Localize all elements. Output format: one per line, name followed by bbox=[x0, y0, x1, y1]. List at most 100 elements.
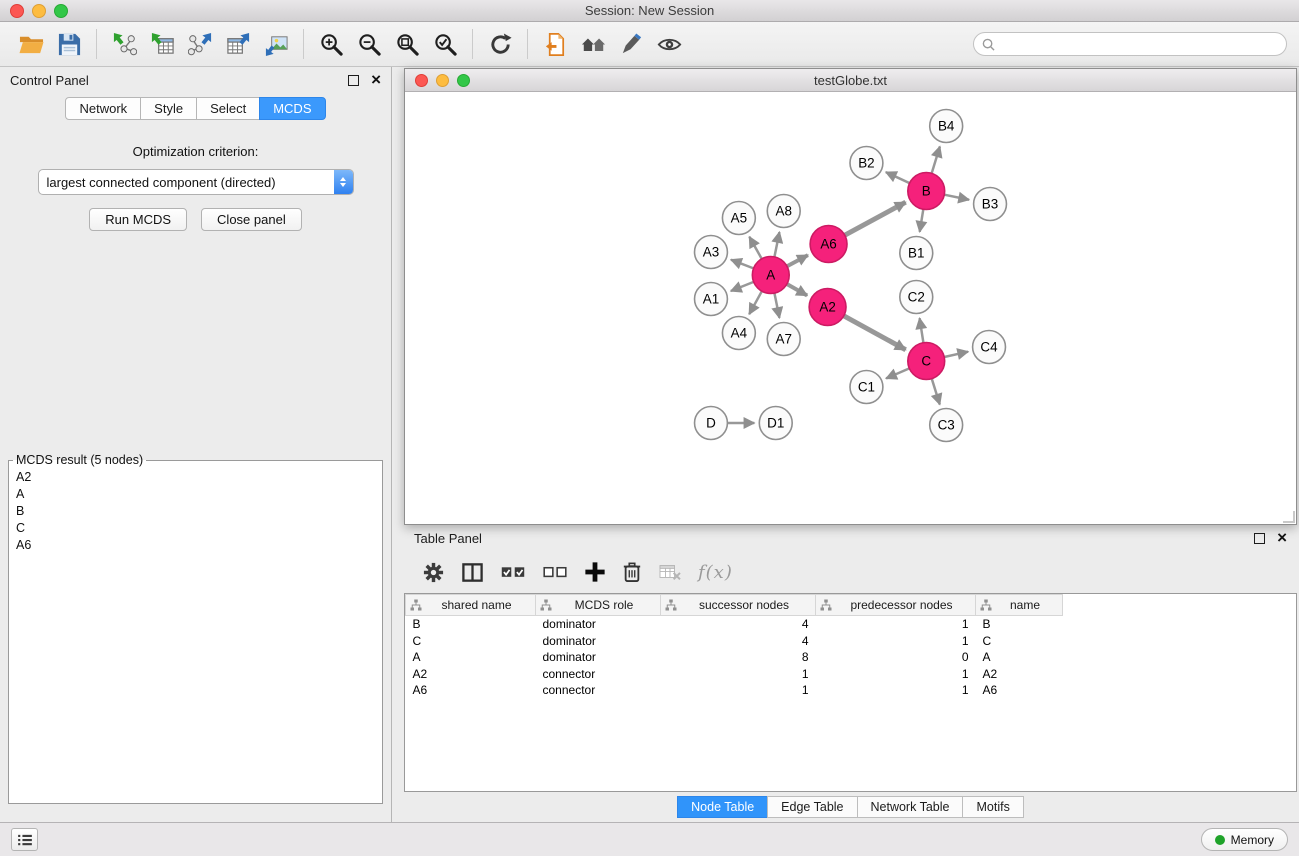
memory-button[interactable]: Memory bbox=[1201, 828, 1288, 851]
cell-predecessor[interactable]: 1 bbox=[816, 682, 976, 699]
refresh-layout-button[interactable] bbox=[481, 26, 519, 62]
cell-successor[interactable]: 4 bbox=[661, 616, 816, 633]
home-browser-button[interactable] bbox=[574, 26, 612, 62]
network-edge-C-C1[interactable] bbox=[886, 368, 909, 378]
zoom-fit-button[interactable] bbox=[388, 26, 426, 62]
table-row-A[interactable]: Adominator80A bbox=[406, 649, 1063, 666]
network-edge-B-B4[interactable] bbox=[932, 147, 940, 174]
cell-successor[interactable]: 8 bbox=[661, 649, 816, 666]
network-edge-C-C2[interactable] bbox=[920, 318, 924, 342]
open-document-button[interactable] bbox=[536, 26, 574, 62]
zoom-in-button[interactable] bbox=[312, 26, 350, 62]
network-node-A5[interactable]: A5 bbox=[722, 202, 755, 235]
network-edge-C-C4[interactable] bbox=[944, 352, 968, 357]
network-close-button[interactable] bbox=[415, 74, 428, 87]
network-node-D1[interactable]: D1 bbox=[759, 407, 792, 440]
show-hide-panels-button[interactable] bbox=[11, 828, 38, 851]
network-node-A4[interactable]: A4 bbox=[722, 317, 755, 350]
table-row-C[interactable]: Cdominator41C bbox=[406, 633, 1063, 650]
close-panel-icon[interactable]: × bbox=[371, 73, 381, 87]
result-item[interactable]: A6 bbox=[11, 537, 380, 554]
open-session-button[interactable] bbox=[12, 26, 50, 62]
network-node-A7[interactable]: A7 bbox=[767, 323, 800, 356]
network-node-B2[interactable]: B2 bbox=[850, 147, 883, 180]
cell-mcds_role[interactable]: connector bbox=[536, 666, 661, 683]
cell-successor[interactable]: 1 bbox=[661, 666, 816, 683]
delete-row-button[interactable] bbox=[620, 557, 644, 587]
network-zoom-button[interactable] bbox=[457, 74, 470, 87]
add-row-button[interactable] bbox=[582, 557, 608, 587]
cell-predecessor[interactable]: 1 bbox=[816, 633, 976, 650]
network-canvas[interactable]: B4B2BB3A5A8A6B1A3AA1C2A2A4A7C4CC1C3DD1 bbox=[405, 92, 1296, 524]
table-row-A2[interactable]: A2connector11A2 bbox=[406, 666, 1063, 683]
criterion-dropdown[interactable]: largest connected component (directed) bbox=[38, 169, 354, 195]
cell-shared_name[interactable]: A2 bbox=[406, 666, 536, 683]
annotations-button[interactable] bbox=[612, 26, 650, 62]
export-network-button[interactable] bbox=[181, 26, 219, 62]
network-edge-A-A8[interactable] bbox=[774, 232, 779, 257]
column-header-successor-nodes[interactable]: successor nodes bbox=[661, 595, 816, 616]
result-item[interactable]: C bbox=[11, 520, 380, 537]
table-row-B[interactable]: Bdominator41B bbox=[406, 616, 1063, 633]
float-panel-icon[interactable] bbox=[348, 75, 359, 86]
close-panel-button[interactable]: Close panel bbox=[201, 208, 302, 231]
network-minimize-button[interactable] bbox=[436, 74, 449, 87]
tab-edge-table[interactable]: Edge Table bbox=[767, 796, 857, 818]
tab-network-table[interactable]: Network Table bbox=[857, 796, 964, 818]
cell-name[interactable]: A bbox=[976, 649, 1063, 666]
column-header-mcds-role[interactable]: MCDS role bbox=[536, 595, 661, 616]
result-item[interactable]: B bbox=[11, 503, 380, 520]
column-header-shared-name[interactable]: shared name bbox=[406, 595, 536, 616]
close-table-panel-icon[interactable]: × bbox=[1277, 531, 1287, 545]
export-table-button[interactable] bbox=[219, 26, 257, 62]
tab-mcds[interactable]: MCDS bbox=[259, 97, 325, 120]
network-edge-A-A7[interactable] bbox=[774, 293, 779, 318]
tab-style[interactable]: Style bbox=[140, 97, 197, 120]
network-node-C1[interactable]: C1 bbox=[850, 371, 883, 404]
tab-motifs[interactable]: Motifs bbox=[962, 796, 1023, 818]
table-row-A6[interactable]: A6connector11A6 bbox=[406, 682, 1063, 699]
network-edge-C-C3[interactable] bbox=[932, 379, 940, 405]
cell-successor[interactable]: 4 bbox=[661, 633, 816, 650]
network-edge-B-B1[interactable] bbox=[920, 209, 924, 232]
cell-name[interactable]: C bbox=[976, 633, 1063, 650]
cell-mcds_role[interactable]: dominator bbox=[536, 633, 661, 650]
column-header-predecessor-nodes[interactable]: predecessor nodes bbox=[816, 595, 976, 616]
table-settings-button[interactable] bbox=[420, 557, 447, 587]
search-box[interactable] bbox=[973, 32, 1287, 56]
network-node-C3[interactable]: C3 bbox=[930, 409, 963, 442]
network-node-B[interactable]: B bbox=[908, 173, 945, 210]
select-all-button[interactable] bbox=[498, 557, 528, 587]
column-header-name[interactable]: name bbox=[976, 595, 1063, 616]
minimize-window-button[interactable] bbox=[32, 4, 46, 18]
cell-successor[interactable]: 1 bbox=[661, 682, 816, 699]
deselect-all-button[interactable] bbox=[540, 557, 570, 587]
export-image-button[interactable] bbox=[257, 26, 295, 62]
network-edge-A2-C[interactable] bbox=[844, 316, 906, 350]
float-table-panel-icon[interactable] bbox=[1254, 533, 1265, 544]
zoom-window-button[interactable] bbox=[54, 4, 68, 18]
cell-shared_name[interactable]: A bbox=[406, 649, 536, 666]
network-node-C[interactable]: C bbox=[908, 343, 945, 380]
network-edge-B-B3[interactable] bbox=[944, 195, 969, 200]
result-item[interactable]: A bbox=[11, 486, 380, 503]
cell-name[interactable]: A2 bbox=[976, 666, 1063, 683]
close-window-button[interactable] bbox=[10, 4, 24, 18]
network-node-C4[interactable]: C4 bbox=[973, 331, 1006, 364]
network-node-D[interactable]: D bbox=[695, 407, 728, 440]
network-node-A6[interactable]: A6 bbox=[810, 226, 847, 263]
zoom-out-button[interactable] bbox=[350, 26, 388, 62]
network-edge-A-A4[interactable] bbox=[749, 291, 762, 314]
network-node-B1[interactable]: B1 bbox=[900, 237, 933, 270]
cell-shared_name[interactable]: A6 bbox=[406, 682, 536, 699]
cell-shared_name[interactable]: B bbox=[406, 616, 536, 633]
cell-mcds_role[interactable]: connector bbox=[536, 682, 661, 699]
resize-grip[interactable] bbox=[1283, 511, 1295, 523]
network-edge-A6-B[interactable] bbox=[845, 202, 906, 235]
network-node-B3[interactable]: B3 bbox=[974, 188, 1007, 221]
network-edge-A-A3[interactable] bbox=[731, 260, 754, 269]
network-edge-B-B2[interactable] bbox=[886, 172, 910, 183]
import-network-button[interactable] bbox=[105, 26, 143, 62]
show-columns-button[interactable] bbox=[459, 557, 486, 587]
network-node-A8[interactable]: A8 bbox=[767, 195, 800, 228]
